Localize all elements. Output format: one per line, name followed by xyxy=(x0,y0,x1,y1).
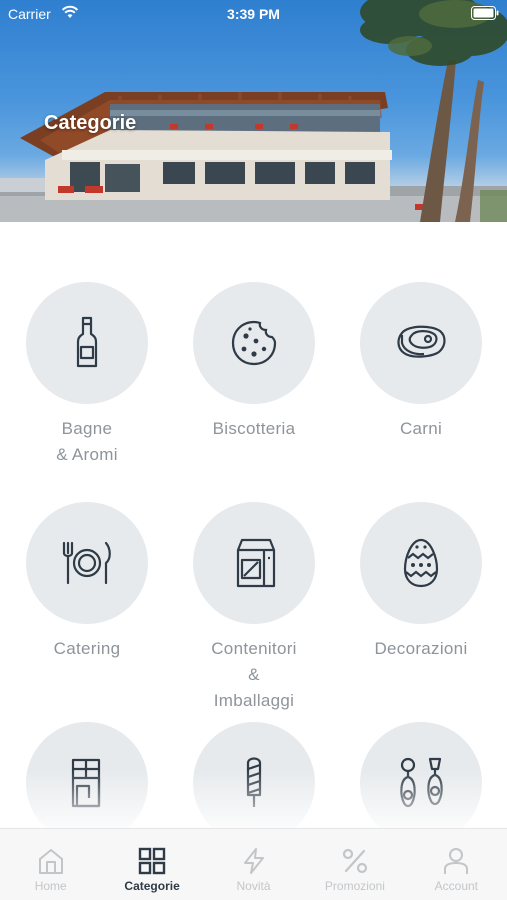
status-bar: Carrier 3:39 PM xyxy=(0,0,507,28)
header-banner: Carrier 3:39 PM Categorie xyxy=(0,0,507,222)
plate-cutlery-icon xyxy=(62,541,111,585)
category-label: Bagne & Aromi xyxy=(56,419,118,464)
scroll-fade xyxy=(0,770,507,828)
tab-label: Novità xyxy=(236,879,271,893)
category-label: Carni xyxy=(399,419,443,438)
user-icon xyxy=(444,848,469,874)
category-label: Catering xyxy=(53,639,121,658)
tab-label: Promozioni xyxy=(324,879,385,893)
tab-promozioni[interactable]: Promozioni xyxy=(304,829,405,900)
category-icon-circle xyxy=(360,502,482,624)
home-icon xyxy=(38,849,63,874)
battery-icon xyxy=(471,6,499,20)
grid-icon xyxy=(138,847,166,875)
status-time: 3:39 PM xyxy=(227,6,280,22)
steak-icon xyxy=(397,325,446,358)
category-label: Decorazioni xyxy=(374,639,468,658)
bottle-icon xyxy=(76,316,98,368)
package-icon xyxy=(236,538,276,588)
page-title: Categorie xyxy=(44,112,137,134)
category-catering[interactable]: Catering xyxy=(7,502,167,662)
lightning-icon xyxy=(243,848,264,874)
easter-egg-icon xyxy=(403,538,439,588)
category-carni[interactable]: Carni xyxy=(341,282,501,442)
tab-account[interactable]: Account xyxy=(406,829,507,900)
category-contenitori-imballaggi[interactable]: Contenitori & Imballaggi xyxy=(174,502,334,714)
category-bagne-aromi[interactable]: Bagne & Aromi xyxy=(7,282,167,468)
category-biscotteria[interactable]: Biscotteria xyxy=(174,282,334,442)
percent-icon xyxy=(342,848,368,874)
category-icon-circle xyxy=(26,282,148,404)
category-icon-circle xyxy=(193,282,315,404)
tab-label: Account xyxy=(434,879,478,893)
category-decorazioni[interactable]: Decorazioni xyxy=(341,502,501,662)
tab-label: Home xyxy=(34,879,67,893)
category-icon-circle xyxy=(26,502,148,624)
tab-bar: Home Categorie Novità Promozioni Account xyxy=(0,828,507,900)
tab-categorie[interactable]: Categorie xyxy=(101,829,202,900)
tab-home[interactable]: Home xyxy=(0,829,101,900)
cookie-icon xyxy=(231,320,277,366)
category-grid: Bagne & Aromi Biscotteria Carni Catering… xyxy=(0,222,507,828)
building-photo xyxy=(0,0,507,222)
category-icon-circle xyxy=(360,282,482,404)
category-icon-circle xyxy=(193,502,315,624)
category-label: Contenitori & Imballaggi xyxy=(211,639,297,710)
category-label: Biscotteria xyxy=(212,419,296,438)
tab-novita[interactable]: Novità xyxy=(203,829,304,900)
tab-label: Categorie xyxy=(124,879,180,893)
